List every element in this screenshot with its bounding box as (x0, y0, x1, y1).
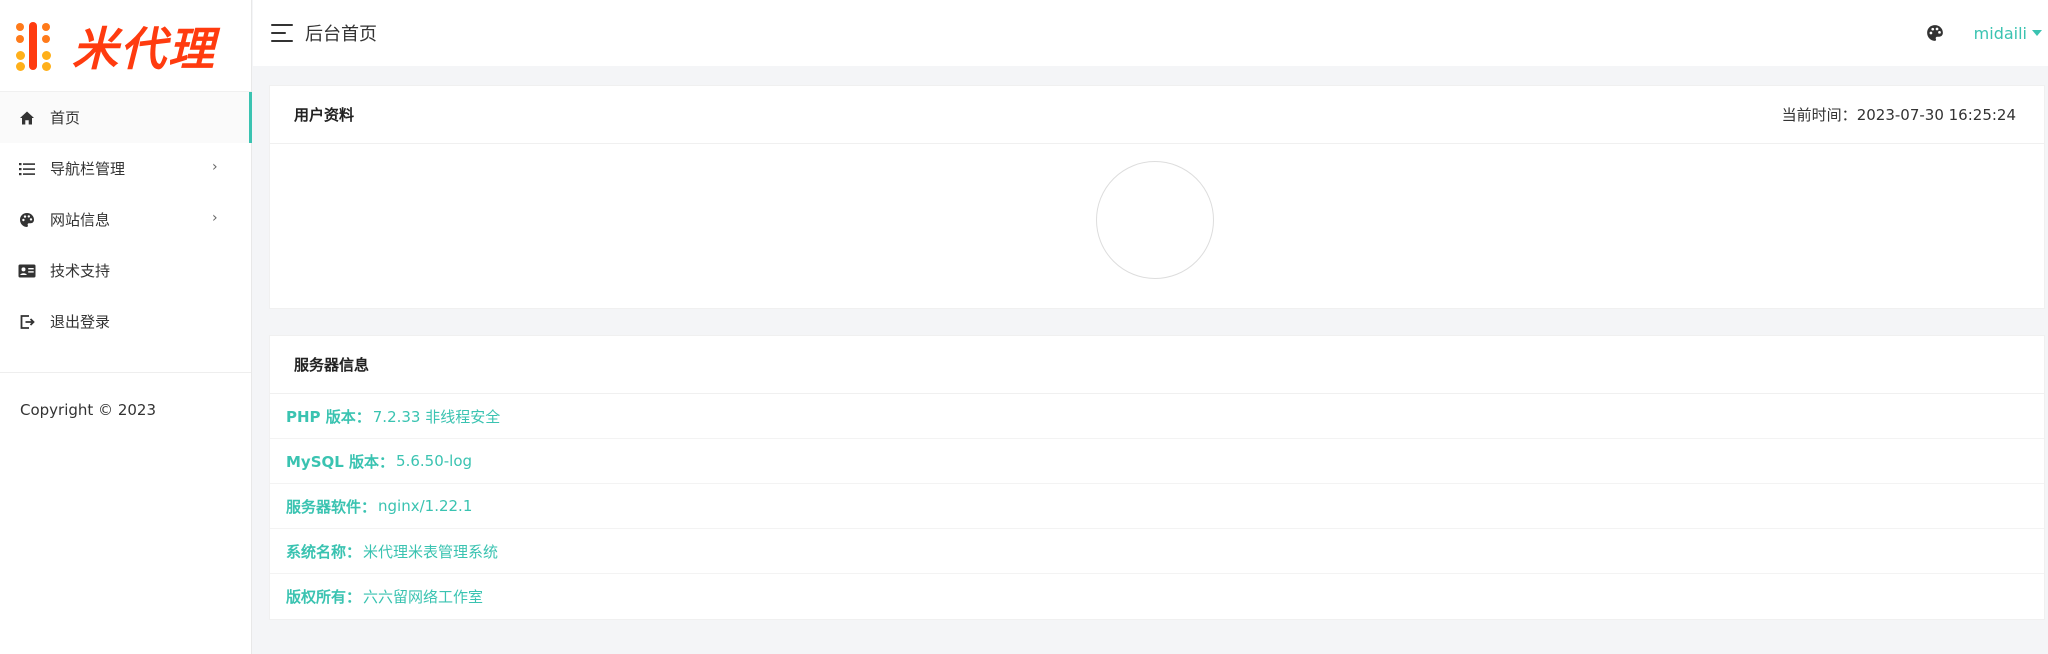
info-value: 7.2.33 非线程安全 (372, 407, 501, 426)
palette-icon (18, 211, 36, 229)
list-item: MySQL 版本： 5.6.50-log (270, 439, 2044, 484)
caret-down-icon (2032, 30, 2042, 36)
server-info-list: PHP 版本： 7.2.33 非线程安全 MySQL 版本： 5.6.50-log … (270, 394, 2044, 619)
id-card-icon (18, 262, 36, 280)
home-icon (18, 109, 36, 127)
info-label: 版权所有： (286, 588, 362, 606)
top-header: 后台首页 midaili (253, 0, 2048, 66)
info-label: 服务器软件： (286, 497, 377, 516)
avatar[interactable] (1096, 161, 1214, 279)
logo-text: 米代理 (72, 21, 216, 76)
info-value: 5.6.50-log (396, 452, 473, 470)
menu-toggle-icon[interactable] (271, 24, 293, 42)
sidebar-item-site-info[interactable]: 网站信息 › (0, 194, 251, 245)
logout-icon (18, 313, 36, 331)
current-time: 当前时间：2023-07-30 16:25:24 (1782, 104, 2016, 125)
list-item: 服务器软件： nginx/1.22.1 (270, 484, 2044, 529)
page-title: 后台首页 (305, 24, 377, 45)
list-item: 系统名称： 米代理米表管理系统 (270, 529, 2044, 574)
server-card-header: 服务器信息 (270, 336, 2044, 394)
logo-mark-icon (14, 20, 62, 72)
chevron-right-icon: › (212, 210, 218, 226)
profile-card-title: 用户资料 (294, 106, 355, 124)
user-menu[interactable]: midaili (1974, 24, 2042, 43)
list-item: PHP 版本： 7.2.33 非线程安全 (270, 394, 2044, 439)
current-time-label: 当前时间： (1781, 106, 1857, 124)
sidebar-menu: 首页 导航栏管理 › 网站信息 › 技术支持 退出登录 (0, 92, 252, 347)
server-info-card: 服务器信息 PHP 版本： 7.2.33 非线程安全 MySQL 版本： 5.6.5… (269, 335, 2045, 620)
list-item: 版权所有： 六六留网络工作室 (270, 574, 2044, 619)
info-label: MySQL 版本： (286, 452, 395, 471)
sidebar-item-label: 网站信息 (50, 211, 111, 229)
theme-palette-icon[interactable] (1926, 24, 1944, 42)
sidebar-item-label: 首页 (50, 109, 81, 127)
header-actions: midaili (1926, 0, 2042, 66)
current-time-value: 2023-07-30 16:25:24 (1856, 106, 2016, 124)
sidebar-item-tech-support[interactable]: 技术支持 (0, 245, 251, 296)
list-icon (18, 160, 36, 178)
avatar-area (270, 144, 2044, 308)
sidebar-item-logout[interactable]: 退出登录 (0, 296, 251, 347)
profile-card: 用户资料 当前时间：2023-07-30 16:25:24 (269, 85, 2045, 309)
info-value: 米代理米表管理系统 (363, 542, 499, 561)
sidebar: 米代理 首页 导航栏管理 › 网站信息 › 技术支持 退出登录 Copyrigh… (0, 0, 252, 654)
info-label: PHP 版本： (286, 407, 371, 426)
info-label: 系统名称： (286, 542, 362, 561)
server-card-title: 服务器信息 (294, 356, 370, 374)
sidebar-item-label: 导航栏管理 (50, 160, 126, 178)
username: midaili (1973, 23, 2027, 43)
info-value: 六六留网络工作室 (363, 588, 484, 606)
logo[interactable]: 米代理 (0, 0, 251, 92)
sidebar-item-nav-management[interactable]: 导航栏管理 › (0, 143, 251, 194)
sidebar-item-home[interactable]: 首页 (0, 92, 252, 143)
info-value: nginx/1.22.1 (378, 497, 473, 515)
chevron-right-icon: › (212, 159, 218, 175)
sidebar-item-label: 技术支持 (50, 262, 111, 280)
sidebar-item-label: 退出登录 (50, 313, 111, 331)
copyright-text: Copyright © 2023 (20, 401, 157, 419)
profile-card-header: 用户资料 当前时间：2023-07-30 16:25:24 (270, 86, 2044, 144)
